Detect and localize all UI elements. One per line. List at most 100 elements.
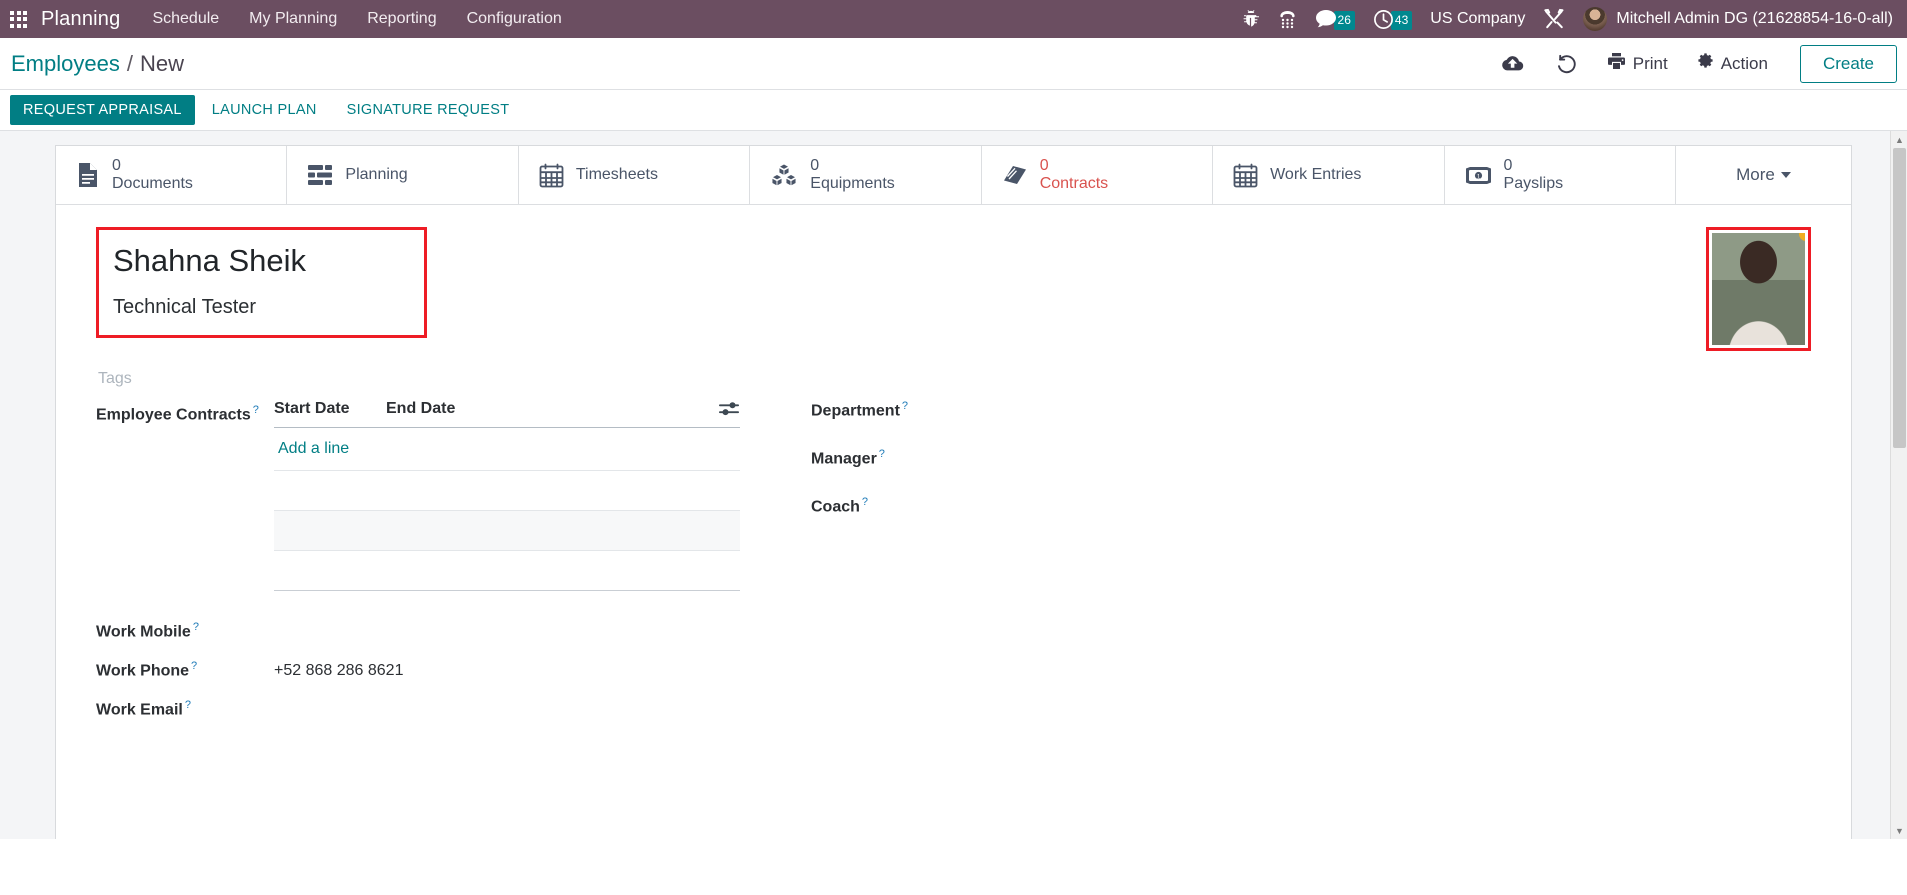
field-work-phone: Work Phone? +52 868 286 8621 bbox=[96, 660, 776, 680]
phone-dialpad-icon[interactable] bbox=[1278, 10, 1297, 29]
employee-name-input[interactable]: Shahna Sheik bbox=[113, 242, 406, 281]
sliders-icon[interactable] bbox=[719, 401, 740, 417]
work-phone-label: Work Phone? bbox=[96, 660, 274, 680]
smart-button-timesheets[interactable]: Timesheets bbox=[519, 146, 751, 204]
employee-contracts-label: Employee Contracts? bbox=[96, 400, 274, 591]
apps-grid-icon[interactable] bbox=[10, 10, 27, 28]
user-menu[interactable]: Mitchell Admin DG (21628854-16-0-all) bbox=[1583, 7, 1893, 31]
request-appraisal-button[interactable]: REQUEST APPRAISAL bbox=[10, 95, 195, 125]
form-columns: Employee Contracts? Start Date End Date bbox=[96, 400, 1811, 739]
menu-item-configuration[interactable]: Configuration bbox=[467, 10, 562, 28]
printer-icon bbox=[1607, 52, 1626, 75]
vertical-scrollbar[interactable]: ▲ ▼ bbox=[1890, 131, 1907, 839]
top-navbar: Planning Schedule My Planning Reporting … bbox=[0, 0, 1907, 38]
department-help-icon[interactable]: ? bbox=[902, 400, 908, 412]
payslips-label: Payslips bbox=[1503, 175, 1564, 192]
form-body: Shahna Sheik Technical Tester Tags Emplo… bbox=[56, 205, 1851, 739]
coach-label-text: Coach bbox=[811, 498, 860, 516]
employee-form-sheet: 0 Documents Planning Timesheets 0 Equipm… bbox=[55, 145, 1852, 839]
control-panel-top: Employees / New Print Action Create bbox=[0, 38, 1907, 89]
smart-button-equipments[interactable]: 0 Equipments bbox=[750, 146, 982, 204]
contracts-empty-row bbox=[274, 510, 740, 551]
gear-icon bbox=[1696, 52, 1714, 75]
manager-label-text: Manager bbox=[811, 450, 877, 468]
menu-item-my-planning[interactable]: My Planning bbox=[249, 10, 337, 28]
documents-count: 0 bbox=[112, 157, 121, 175]
avatar bbox=[1583, 7, 1608, 31]
smart-button-contracts[interactable]: 0 Contracts bbox=[982, 146, 1214, 204]
activities-badge: 43 bbox=[1390, 10, 1413, 30]
user-menu-label: Mitchell Admin DG (21628854-16-0-all) bbox=[1616, 10, 1893, 27]
column-header-end-date: End Date bbox=[386, 399, 456, 417]
money-bill-icon: 1 bbox=[1465, 166, 1492, 185]
employee-job-title-input[interactable]: Technical Tester bbox=[113, 295, 406, 319]
more-label: More bbox=[1736, 165, 1775, 184]
contracts-empty-row bbox=[274, 551, 740, 591]
cubes-icon bbox=[770, 163, 798, 187]
work-mobile-help-icon[interactable]: ? bbox=[193, 621, 199, 633]
tools-icon[interactable] bbox=[1543, 8, 1565, 30]
contracts-table-header: Start Date End Date bbox=[274, 400, 740, 428]
breadcrumb: Employees / New bbox=[11, 51, 184, 77]
smart-button-bar: 0 Documents Planning Timesheets 0 Equipm… bbox=[56, 146, 1851, 205]
employee-contracts-help-icon[interactable]: ? bbox=[253, 404, 259, 416]
record-action-buttons: REQUEST APPRAISAL LAUNCH PLAN SIGNATURE … bbox=[0, 89, 1907, 131]
smart-button-equipments-text: 0 Equipments bbox=[810, 157, 895, 193]
coach-help-icon[interactable]: ? bbox=[862, 496, 868, 508]
contracts-add-a-line[interactable]: Add a line bbox=[274, 428, 740, 471]
activities-counter[interactable]: 43 bbox=[1373, 9, 1413, 30]
field-department: Department? bbox=[811, 400, 1811, 420]
smart-button-work-entries[interactable]: Work Entries bbox=[1213, 146, 1445, 204]
column-header-start-date: Start Date bbox=[274, 399, 350, 417]
action-button[interactable]: Action bbox=[1682, 46, 1782, 81]
breadcrumb-employees[interactable]: Employees bbox=[11, 51, 120, 77]
contracts-count: 0 bbox=[1039, 157, 1049, 175]
form-left-column: Employee Contracts? Start Date End Date bbox=[96, 400, 776, 739]
smart-button-payslips[interactable]: 1 0 Payslips bbox=[1445, 146, 1676, 204]
employee-photo-highlight bbox=[1706, 227, 1811, 351]
form-right-column: Department? Manager? Coach? bbox=[776, 400, 1811, 739]
manager-help-icon[interactable]: ? bbox=[879, 448, 885, 460]
smart-button-documents[interactable]: 0 Documents bbox=[56, 146, 288, 204]
scroll-up-arrow[interactable]: ▲ bbox=[1891, 131, 1907, 148]
work-mobile-label-text: Work Mobile bbox=[96, 623, 191, 641]
work-phone-input[interactable]: +52 868 286 8621 bbox=[274, 662, 403, 680]
employee-identity-highlight: Shahna Sheik Technical Tester bbox=[96, 227, 427, 338]
menu-item-reporting[interactable]: Reporting bbox=[367, 10, 436, 28]
breadcrumb-current: New bbox=[139, 50, 184, 76]
bug-icon[interactable] bbox=[1243, 9, 1260, 29]
undo-icon[interactable] bbox=[1540, 54, 1593, 74]
smart-button-planning[interactable]: Planning bbox=[287, 146, 519, 204]
scrollbar-thumb[interactable] bbox=[1893, 148, 1906, 448]
print-button[interactable]: Print bbox=[1593, 46, 1682, 81]
cloud-upload-icon[interactable] bbox=[1485, 54, 1540, 73]
control-panel-actions: Print Action Create bbox=[1485, 44, 1897, 83]
print-label: Print bbox=[1632, 53, 1668, 73]
breadcrumb-separator: / bbox=[126, 50, 133, 76]
work-phone-help-icon[interactable]: ? bbox=[191, 660, 197, 672]
signature-request-button[interactable]: SIGNATURE REQUEST bbox=[334, 95, 523, 125]
field-coach: Coach? bbox=[811, 496, 1811, 516]
smart-button-documents-text: 0 Documents bbox=[112, 157, 193, 193]
work-phone-label-text: Work Phone bbox=[96, 662, 190, 680]
tags-input[interactable]: Tags bbox=[98, 370, 1811, 388]
company-switcher[interactable]: US Company bbox=[1430, 10, 1525, 28]
launch-plan-button[interactable]: LAUNCH PLAN bbox=[199, 95, 330, 125]
menu-item-schedule[interactable]: Schedule bbox=[152, 10, 219, 28]
timesheets-label: Timesheets bbox=[575, 166, 658, 184]
scroll-down-arrow[interactable]: ▼ bbox=[1891, 822, 1907, 839]
messages-counter[interactable]: 26 bbox=[1315, 9, 1355, 30]
create-button[interactable]: Create bbox=[1799, 44, 1897, 83]
employee-photo[interactable] bbox=[1712, 233, 1805, 345]
contracts-label: Contracts bbox=[1039, 175, 1109, 192]
calendar-icon bbox=[539, 163, 564, 188]
chevron-down-icon bbox=[1780, 172, 1791, 178]
documents-label: Documents bbox=[112, 175, 193, 192]
app-brand-planning[interactable]: Planning bbox=[41, 8, 120, 31]
employee-contracts-table: Start Date End Date Add a line bbox=[274, 400, 740, 591]
calendar-icon bbox=[1233, 163, 1258, 188]
smart-button-more[interactable]: More bbox=[1676, 146, 1851, 204]
department-label-text: Department bbox=[811, 402, 900, 420]
work-email-help-icon[interactable]: ? bbox=[185, 699, 191, 711]
messages-badge: 26 bbox=[1333, 10, 1355, 30]
